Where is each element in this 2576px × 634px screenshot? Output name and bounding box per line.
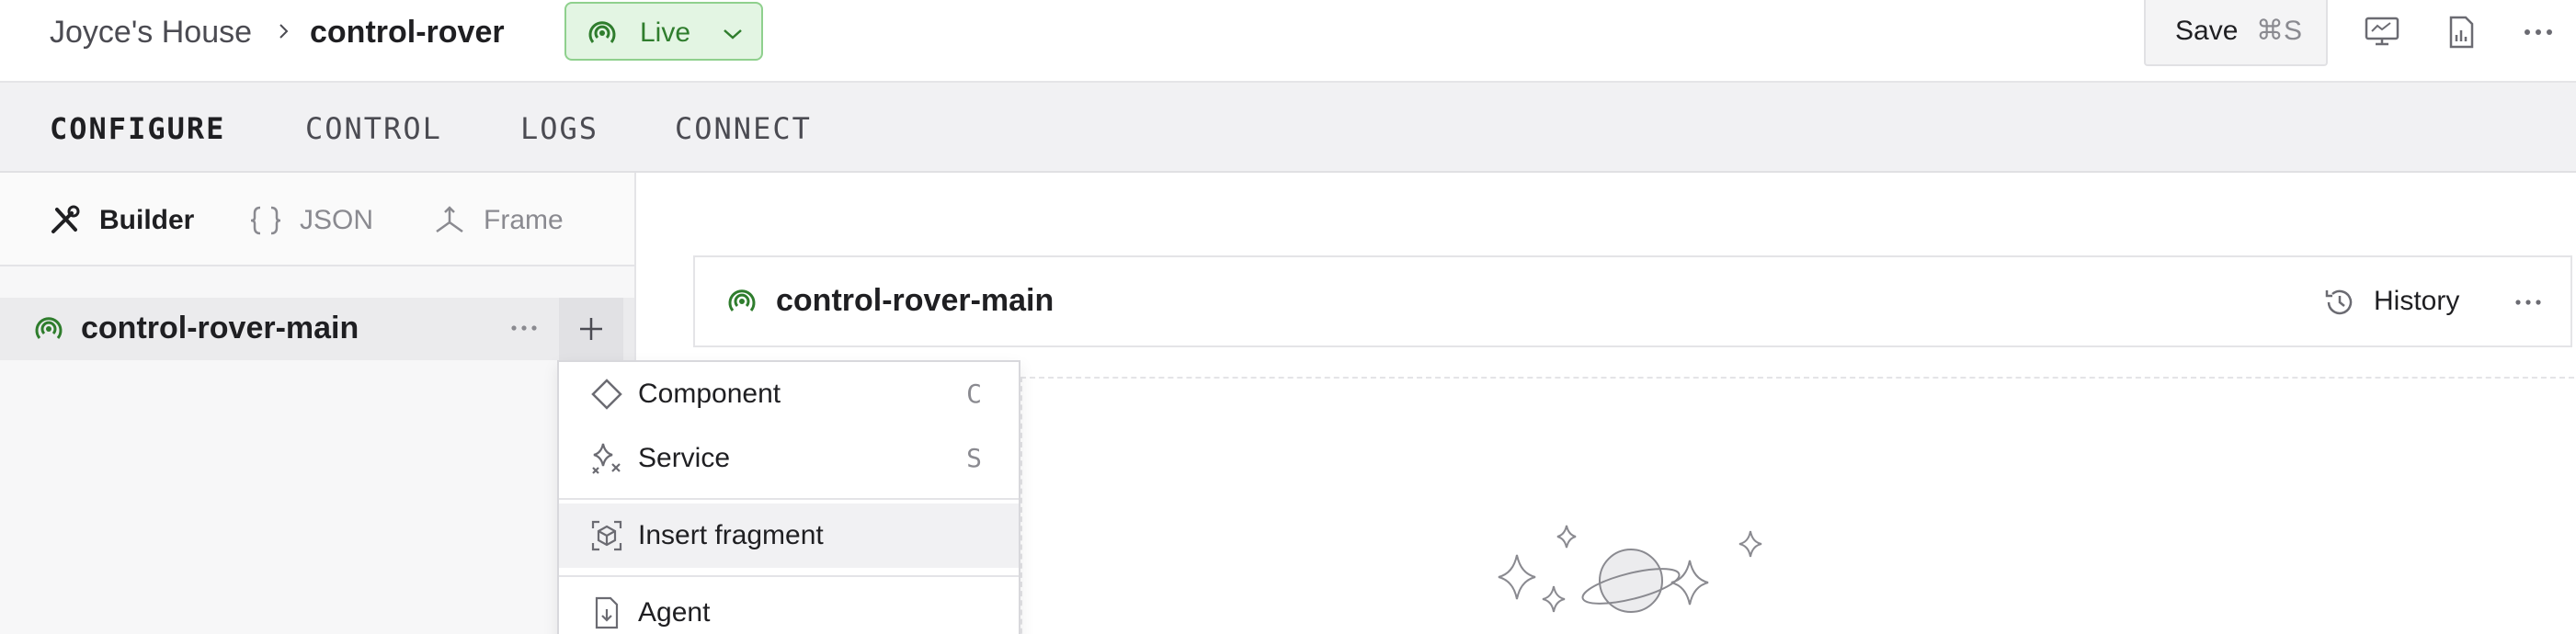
save-button[interactable]: Save ⌘S (2144, 0, 2328, 66)
tree-item-label: control-rover-main (81, 311, 359, 345)
history-icon[interactable] (2322, 285, 2357, 320)
report-icon[interactable] (2442, 15, 2480, 50)
mode-frame-label: Frame (484, 205, 564, 235)
file-download-icon (595, 596, 619, 629)
live-signal-icon (588, 21, 616, 43)
plus-icon (580, 318, 602, 340)
add-resource-menu: Component C Service S Insert fragment Ag… (557, 360, 1020, 634)
live-status-label: Live (640, 17, 691, 48)
menu-item-label: Agent (638, 597, 711, 628)
menu-item-insert-fragment[interactable]: Insert fragment (559, 504, 1019, 568)
sparkles-icon (592, 443, 621, 474)
chevron-down-icon (724, 29, 742, 40)
planet-stars-illustration (1498, 525, 1762, 613)
tab-connect[interactable]: CONNECT (675, 110, 812, 147)
menu-item-label: Insert fragment (638, 520, 824, 550)
more-icon[interactable] (507, 320, 541, 336)
chevron-right-icon (279, 24, 289, 39)
mode-builder-label: Builder (99, 205, 195, 235)
live-status-dropdown[interactable]: Live (564, 2, 763, 61)
add-resource-button[interactable] (559, 298, 623, 360)
save-shortcut: ⌘S (2256, 16, 2303, 46)
tab-logs[interactable]: LOGS (520, 110, 598, 147)
menu-item-agent[interactable]: Agent (559, 581, 1019, 634)
menu-item-component[interactable]: Component C (559, 362, 1019, 426)
menu-item-shortcut: S (966, 443, 982, 473)
tree-item-root[interactable]: control-rover-main (0, 298, 634, 360)
fragment-icon (591, 520, 622, 551)
tools-icon (51, 205, 80, 233)
menu-divider (559, 498, 1019, 500)
menu-divider (559, 575, 1019, 577)
more-icon[interactable] (2512, 294, 2545, 311)
history-button[interactable]: History (2374, 283, 2459, 320)
diamond-icon (591, 379, 622, 410)
braces-icon (250, 206, 281, 235)
menu-item-label: Component (638, 379, 781, 409)
menu-item-service[interactable]: Service S (559, 426, 1019, 491)
tab-control[interactable]: CONTROL (305, 110, 442, 147)
axes-icon (436, 206, 463, 233)
monitor-icon[interactable] (2363, 15, 2401, 50)
config-sidebar: Builder JSON Frame control-rover-main (0, 173, 636, 634)
tab-configure[interactable]: CONFIGURE (50, 110, 225, 147)
menu-item-label: Service (638, 443, 731, 473)
live-signal-icon (35, 317, 63, 339)
breadcrumb-location[interactable]: Joyce's House (50, 13, 252, 51)
live-signal-icon (728, 289, 756, 311)
main-nav: CONFIGURE CONTROL LOGS CONNECT (0, 83, 2576, 173)
machine-card-header: control-rover-main History (693, 255, 2572, 347)
mode-json-label: JSON (300, 205, 374, 235)
more-icon[interactable] (2519, 15, 2558, 50)
mode-switcher: Builder JSON Frame (0, 173, 634, 266)
breadcrumb-machine[interactable]: control-rover (310, 13, 505, 51)
menu-item-shortcut: C (966, 379, 982, 409)
machine-part-title: control-rover-main (776, 283, 1054, 318)
top-bar: Joyce's House control-rover Live Save ⌘S (0, 0, 2576, 83)
save-label: Save (2175, 16, 2239, 46)
empty-state-area (1020, 377, 2574, 634)
